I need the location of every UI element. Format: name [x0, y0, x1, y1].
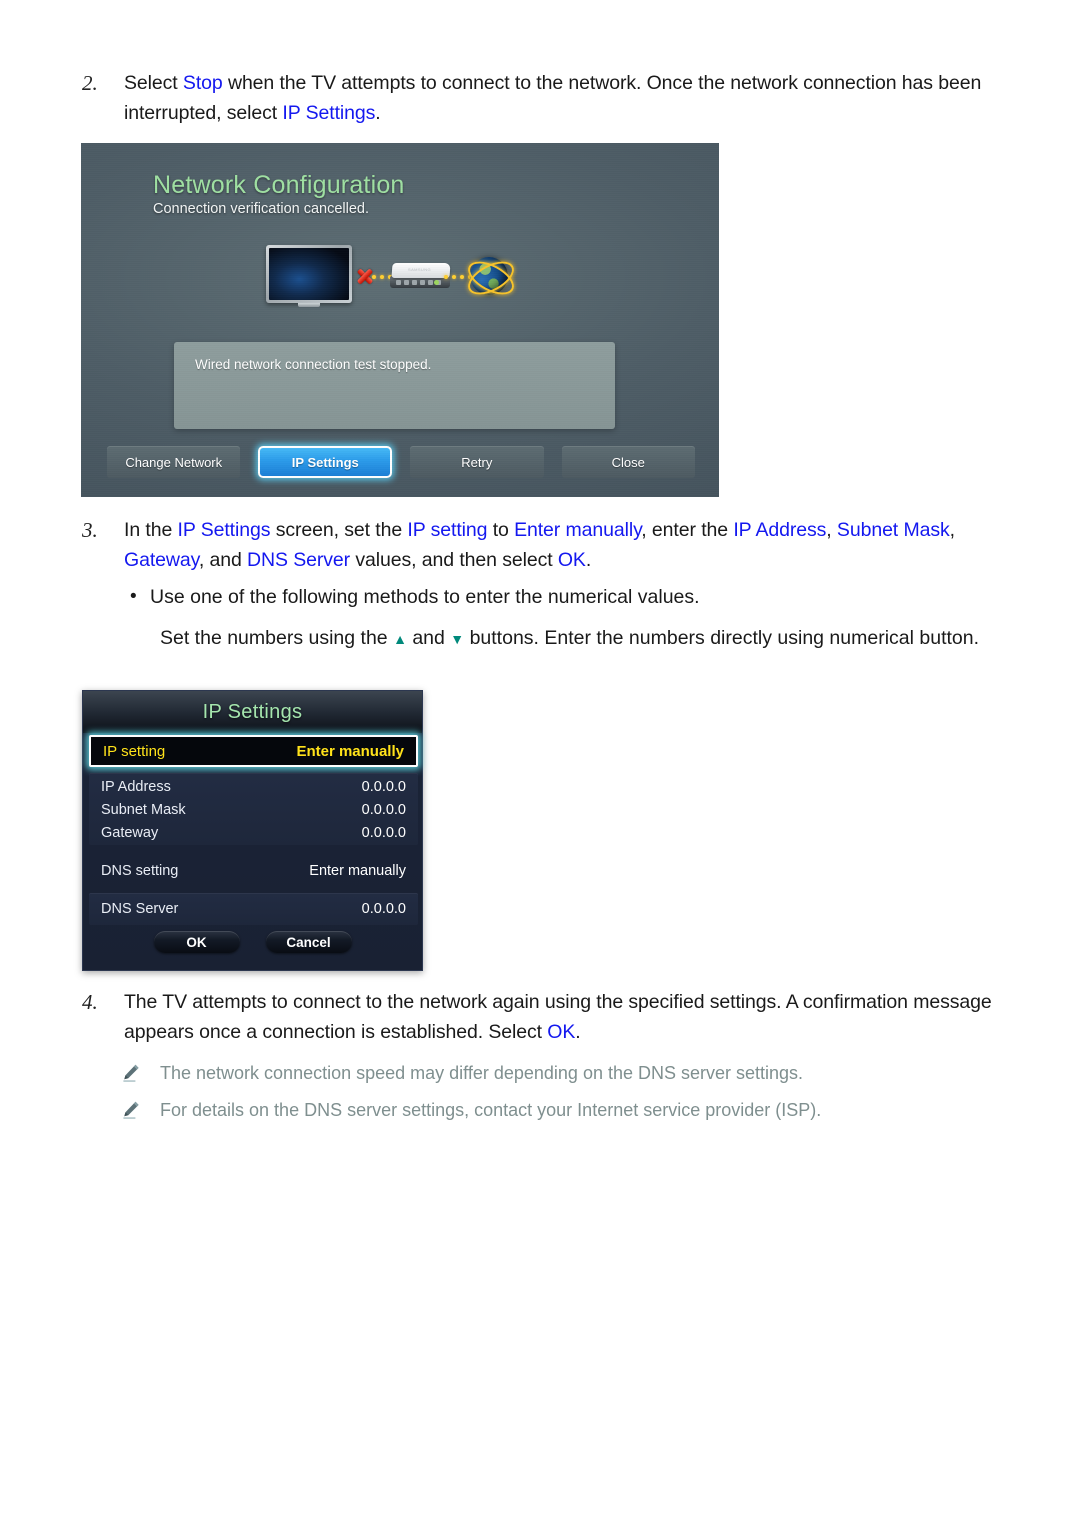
- gateway-row[interactable]: Gateway 0.0.0.0: [89, 821, 418, 845]
- dns-server-label: DNS Server: [101, 901, 179, 917]
- highlighted-term: OK: [557, 549, 586, 571]
- status-message-text: Wired network connection test stopped.: [195, 357, 432, 372]
- note-2: For details on the DNS server settings, …: [120, 1097, 1000, 1123]
- step-3-number: 3.: [82, 518, 98, 542]
- step-4-number: 4.: [82, 990, 98, 1014]
- status-message-box: Wired network connection test stopped.: [174, 342, 615, 429]
- body-text: .: [575, 1021, 581, 1043]
- change-network-button[interactable]: Change Network: [107, 446, 241, 478]
- highlighted-term: OK: [547, 1021, 576, 1043]
- ip-setting-row[interactable]: IP setting Enter manually: [89, 735, 418, 767]
- globe-icon: [462, 253, 520, 302]
- step-2-text: Select Stop when the TV attempts to conn…: [124, 68, 1000, 128]
- note-2-text: For details on the DNS server settings, …: [160, 1100, 822, 1120]
- highlighted-term: Enter manually: [514, 519, 642, 541]
- ip-settings-panel-screenshot: IP Settings IP setting Enter manually IP…: [82, 690, 423, 971]
- numerical-values-bullet: • Use one of the following methods to en…: [122, 582, 992, 612]
- ok-button[interactable]: OK: [153, 931, 240, 953]
- highlighted-term: IP Settings: [177, 519, 271, 541]
- step-3-text: In the IP Settings screen, set the IP se…: [124, 515, 1000, 575]
- body-text: values, and then select: [350, 549, 558, 571]
- highlighted-term: Subnet Mask: [836, 519, 950, 541]
- subnet-mask-value: 0.0.0.0: [361, 802, 406, 818]
- ip-setting-value: Enter manually: [296, 742, 404, 760]
- tv-stand: [298, 303, 320, 307]
- highlighted-term: IP Address: [733, 519, 827, 541]
- bullet-marker: •: [130, 586, 137, 607]
- dns-server-group: DNS Server 0.0.0.0: [89, 893, 418, 925]
- router-brand-label: SAMSUNG: [408, 267, 432, 272]
- ip-settings-title: IP Settings: [202, 700, 303, 723]
- cancel-button[interactable]: Cancel: [265, 931, 352, 953]
- address-group: IP Address 0.0.0.0 Subnet Mask 0.0.0.0 G…: [89, 773, 418, 845]
- retry-button[interactable]: Retry: [410, 446, 544, 478]
- body-text: ,: [826, 519, 837, 541]
- ip-address-row[interactable]: IP Address 0.0.0.0: [89, 775, 418, 799]
- router-led: [434, 280, 439, 285]
- router-icon: SAMSUNG: [390, 263, 452, 289]
- method-text-before: Set the numbers using the: [160, 627, 394, 649]
- tv-device-icon: [266, 245, 352, 307]
- body-text: .: [375, 102, 381, 124]
- down-arrow-icon: ▼: [450, 631, 465, 647]
- body-text: In the: [124, 519, 178, 541]
- note-1: The network connection speed may differ …: [120, 1060, 1000, 1086]
- tv-screen: [269, 248, 349, 300]
- body-text: screen, set the: [270, 519, 408, 541]
- body-text: , enter the: [641, 519, 734, 541]
- ip-address-label: IP Address: [101, 779, 171, 795]
- pencil-icon: [120, 1062, 160, 1086]
- network-configuration-subtitle: Connection verification cancelled.: [153, 201, 370, 217]
- method-text-between: and: [406, 627, 451, 649]
- ip-settings-button[interactable]: IP Settings: [258, 446, 393, 478]
- ip-settings-actions: OK Cancel: [83, 931, 422, 953]
- note-1-text: The network connection speed may differ …: [160, 1063, 804, 1083]
- body-text: ,: [949, 519, 955, 541]
- up-arrow-icon: ▲: [393, 631, 407, 647]
- body-text: to: [487, 519, 515, 541]
- highlighted-term: IP setting: [407, 519, 488, 541]
- method-text-after: buttons. Enter the numbers directly usin…: [464, 627, 980, 649]
- dns-server-value: 0.0.0.0: [361, 901, 406, 917]
- highlighted-term: Stop: [182, 72, 223, 94]
- network-configuration-screenshot: Network Configuration Connection verific…: [81, 143, 719, 497]
- step-4: 4. The TV attempts to connect to the net…: [80, 987, 1000, 1047]
- step-4-text: The TV attempts to connect to the networ…: [124, 987, 1000, 1047]
- gateway-value: 0.0.0.0: [361, 825, 406, 841]
- pencil-icon: [120, 1099, 160, 1123]
- ip-settings-header: IP Settings: [83, 691, 422, 733]
- body-text: , and: [198, 549, 248, 571]
- body-text: .: [585, 549, 592, 571]
- body-text: Select: [124, 72, 183, 94]
- step-3: 3. In the IP Settings screen, set the IP…: [80, 515, 1000, 575]
- dns-server-row[interactable]: DNS Server 0.0.0.0: [89, 897, 418, 921]
- ip-setting-label: IP setting: [103, 742, 166, 760]
- network-configuration-title: Network Configuration: [153, 171, 405, 199]
- gateway-label: Gateway: [101, 825, 159, 841]
- method-paragraph: Set the numbers using the ▲ and ▼ button…: [160, 622, 980, 655]
- step-2-number: 2.: [82, 71, 98, 95]
- highlighted-term: Gateway: [124, 549, 199, 571]
- dns-setting-row[interactable]: DNS setting Enter manually: [89, 857, 418, 885]
- body-text: when the TV attempts to connect to the n…: [124, 72, 982, 124]
- highlighted-term: IP Settings: [282, 102, 376, 124]
- link-dots-left: [372, 275, 392, 279]
- network-config-button-row: Change Network IP Settings Retry Close: [107, 446, 695, 478]
- ip-address-value: 0.0.0.0: [361, 779, 406, 795]
- subnet-mask-row[interactable]: Subnet Mask 0.0.0.0: [89, 798, 418, 822]
- subnet-mask-label: Subnet Mask: [101, 802, 186, 818]
- bullet-text: Use one of the following methods to ente…: [150, 586, 700, 608]
- step-2: 2. Select Stop when the TV attempts to c…: [80, 68, 1000, 128]
- highlighted-term: DNS Server: [247, 549, 351, 571]
- network-diagram: SAMSUNG: [266, 239, 536, 315]
- dns-setting-value: Enter manually: [309, 863, 406, 879]
- close-button[interactable]: Close: [561, 446, 695, 478]
- dns-setting-label: DNS setting: [101, 863, 179, 879]
